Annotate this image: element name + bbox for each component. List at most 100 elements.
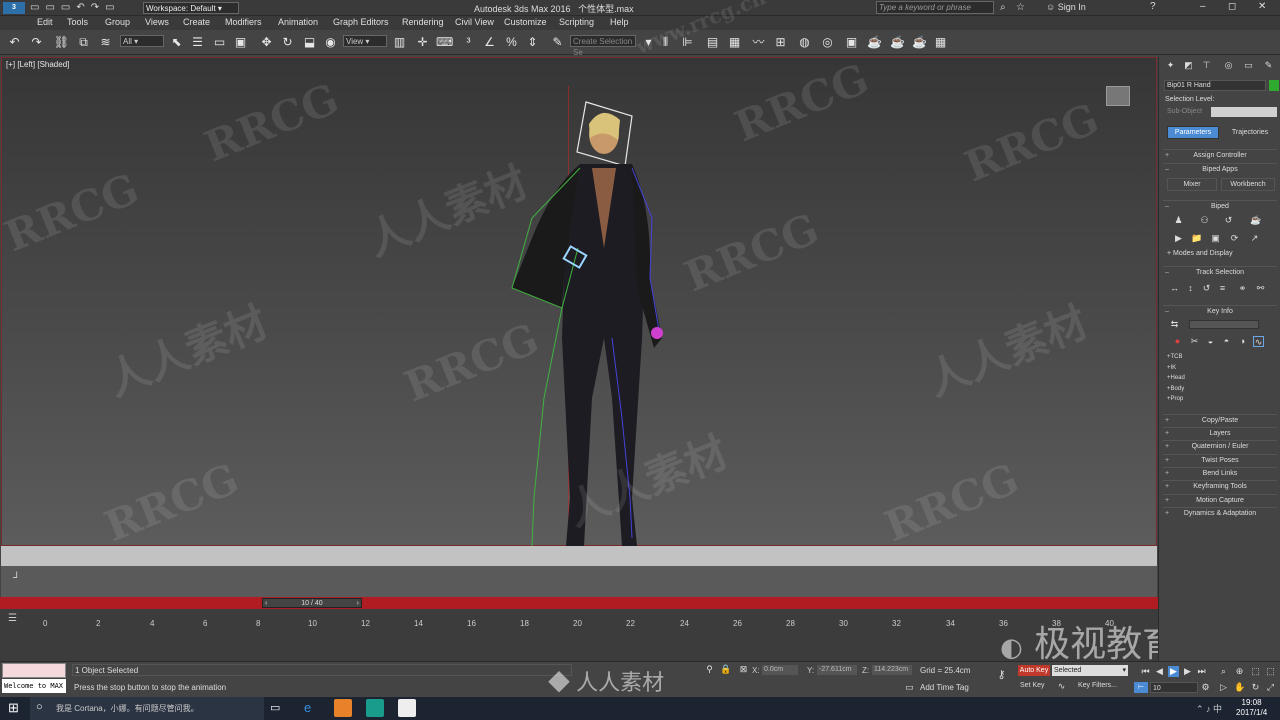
app-orange-icon[interactable] [334, 699, 352, 717]
material-editor-icon[interactable]: ◍ [796, 34, 813, 51]
spinner-snap-icon[interactable]: ⇕ [524, 34, 541, 51]
viewcube-icon[interactable] [1106, 86, 1130, 106]
rotate-icon[interactable]: ↻ [279, 34, 296, 51]
menu-civil-view[interactable]: Civil View [455, 17, 494, 27]
set-key-button[interactable]: Set Key [1020, 682, 1045, 689]
display-tab-icon[interactable]: ▭ [1243, 60, 1254, 71]
play-icon[interactable]: ▶ [1168, 666, 1179, 677]
search-icon[interactable]: ⌕ [1000, 2, 1006, 13]
body-horizontal-icon[interactable]: ↔ [1169, 283, 1180, 294]
selection-set-dropdown[interactable]: Selected ▾ [1052, 665, 1128, 676]
rollout-dynamics-adaptation[interactable]: + Dynamics & Adaptation [1163, 507, 1277, 518]
hierarchy-tab-icon[interactable]: ⊤ [1201, 60, 1212, 71]
timeline[interactable]: ☰ 0 2 4 6 8 10 12 14 16 18 20 22 24 26 2… [0, 609, 1178, 665]
trajectories-icon[interactable]: ∿ [1253, 336, 1264, 347]
pivot-icon[interactable]: ▥ [391, 34, 408, 51]
curve-editor-icon[interactable]: 〰 [750, 34, 767, 51]
render-production-icon[interactable]: ☕ [866, 34, 883, 51]
tab-trajectories[interactable]: Trajectories [1223, 126, 1277, 139]
sign-in-button[interactable]: ☺ Sign In [1046, 2, 1086, 12]
goto-start-icon[interactable]: ⏮ [1140, 666, 1151, 677]
next-frame-button-icon[interactable]: ▶ [1182, 666, 1193, 677]
menu-edit[interactable]: Edit [37, 17, 53, 27]
utilities-tab-icon[interactable]: ✎ [1263, 60, 1274, 71]
convert-icon[interactable]: ⟳ [1229, 233, 1240, 244]
create-tab-icon[interactable]: ✦ [1165, 60, 1176, 71]
rollout-track-selection[interactable]: – Track Selection [1163, 266, 1277, 277]
maximize-viewport-icon[interactable]: ⤢ [1265, 682, 1276, 693]
workspace-dropdown[interactable]: Workspace: Default ▾ [143, 2, 239, 14]
key-mode-toggle[interactable]: ⊢ [1134, 682, 1148, 693]
render-iterative-icon[interactable]: ☕ [889, 34, 906, 51]
menu-scripting[interactable]: Scripting [559, 17, 594, 27]
orbit-icon[interactable]: ↻ [1250, 682, 1261, 693]
body-rotation-icon[interactable]: ↺ [1201, 283, 1212, 294]
rendered-frame-icon[interactable]: ▣ [843, 34, 860, 51]
quick-access-icons[interactable]: ▭▭▭↶↷▭ [30, 2, 121, 13]
move-all-icon[interactable]: ↗ [1249, 233, 1260, 244]
set-free-key-icon[interactable]: ◑ [1237, 336, 1248, 347]
clock[interactable]: 19:08 2017/1/4 [1236, 698, 1267, 718]
select-object-icon[interactable]: ⬉ [168, 34, 185, 51]
named-selection-dropdown[interactable]: Create Selection Se [570, 35, 636, 57]
next-frame-icon[interactable]: › [357, 599, 359, 608]
rollout-motion-capture[interactable]: + Motion Capture [1163, 494, 1277, 505]
schematic-view-icon[interactable]: ⊞ [772, 34, 789, 51]
star-icon[interactable]: ☆ [1016, 2, 1025, 13]
viewport-label[interactable]: [+] [Left] [Shaded] [6, 60, 69, 69]
key-info-subrollouts[interactable]: +TCB +IK +Head +Body +Prop [1167, 352, 1185, 405]
scale-icon[interactable]: ⬓ [301, 34, 318, 51]
maxscript-listener-mini[interactable] [2, 663, 66, 678]
minimize-button[interactable]: – [1200, 1, 1206, 12]
time-slider-track[interactable]: ‹ 10 / 40 › [0, 597, 1158, 609]
link-icon[interactable]: ⛓ [53, 34, 70, 51]
menu-views[interactable]: Views [145, 17, 169, 27]
menu-group[interactable]: Group [105, 17, 130, 27]
rollout-keyframing-tools[interactable]: + Keyframing Tools [1163, 480, 1277, 491]
selection-filter-dropdown[interactable]: All ▾ [120, 35, 164, 47]
menu-animation[interactable]: Animation [278, 17, 318, 27]
z-field[interactable]: 114.223cm [872, 665, 912, 675]
y-field[interactable]: -27.611cm [817, 665, 857, 675]
rollout-assign-controller[interactable]: + Assign Controller [1163, 149, 1277, 160]
rollout-twist-poses[interactable]: + Twist Poses [1163, 454, 1277, 465]
object-name-field[interactable]: Bip01 R Hand [1164, 80, 1266, 91]
mixer-button[interactable]: Mixer [1167, 178, 1217, 191]
ref-coord-dropdown[interactable]: View ▾ [343, 35, 387, 47]
zoom-extents-all-icon[interactable]: ⬚ [1265, 666, 1276, 677]
prev-frame-icon[interactable]: ‹ [265, 599, 267, 608]
modify-tab-icon[interactable]: ◩ [1183, 60, 1194, 71]
camtasia-taskbar-icon[interactable] [398, 699, 416, 717]
track-view-strip[interactable]: ⅃ [1, 566, 1157, 597]
set-key-mode-icon[interactable]: ∿ [1056, 681, 1067, 692]
viewport-left[interactable]: [+] [Left] [Shaded] RRCG RRCG RRCG 人人素材 … [0, 0, 1157, 551]
object-color-swatch[interactable] [1269, 80, 1279, 91]
menu-create[interactable]: Create [183, 17, 210, 27]
motion-flow-icon[interactable]: ↺ [1223, 215, 1234, 226]
zoom-extents-icon[interactable]: ⬚ [1250, 666, 1261, 677]
edit-named-sets-icon[interactable]: ✎ [549, 34, 566, 51]
rollout-quaternion-euler[interactable]: + Quaternion / Euler [1163, 440, 1277, 451]
set-sliding-key-icon[interactable]: ◓ [1221, 336, 1232, 347]
current-frame-field[interactable]: 10 [1150, 682, 1198, 693]
add-time-tag-button[interactable]: Add Time Tag [920, 683, 969, 692]
windows-start-icon[interactable]: ⊞ [8, 700, 19, 716]
rect-region-icon[interactable]: ▭ [211, 34, 228, 51]
isolate-icon[interactable]: ⚲ [704, 664, 715, 675]
zoom-icon[interactable]: ⌕ [1218, 666, 1229, 677]
body-vertical-icon[interactable]: ↕ [1185, 283, 1196, 294]
workbench-button[interactable]: Workbench [1221, 178, 1275, 191]
render-online-icon[interactable]: ▦ [932, 34, 949, 51]
lock-cog-icon[interactable]: ≡ [1217, 283, 1228, 294]
select-manipulate-icon[interactable]: ✛ [414, 34, 431, 51]
footstep-mode-icon[interactable]: ⚇ [1199, 215, 1210, 226]
percent-snap-icon[interactable]: % [503, 34, 520, 51]
tab-parameters[interactable]: Parameters [1167, 126, 1219, 139]
zoom-all-icon[interactable]: ⊕ [1234, 666, 1245, 677]
delete-key-icon[interactable]: ✂ [1189, 336, 1200, 347]
close-button[interactable]: ✕ [1258, 1, 1266, 12]
goto-end-icon[interactable]: ⏭ [1196, 666, 1207, 677]
bind-spacewarp-icon[interactable]: ≋ [97, 34, 114, 51]
move-icon[interactable]: ✥ [258, 34, 275, 51]
unlink-icon[interactable]: ⧉ [75, 34, 92, 51]
